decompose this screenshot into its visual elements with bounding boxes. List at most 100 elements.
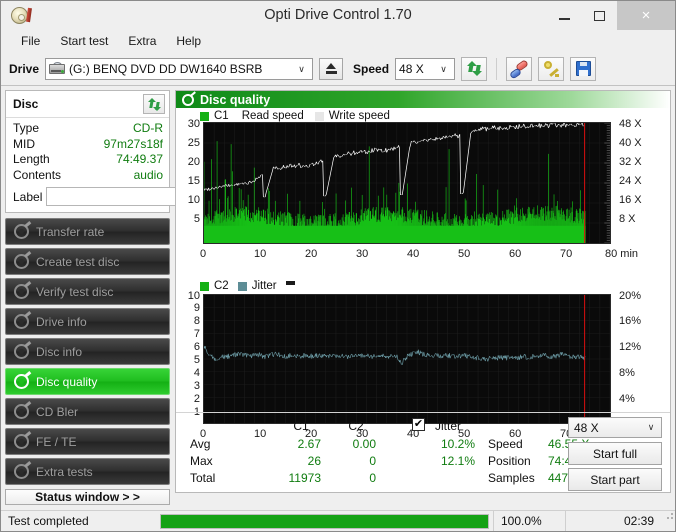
stats-avg-c2: 0.00: [352, 437, 376, 451]
left-sidebar: Disc Type CD-R MID 97m27s18f Length 74:4…: [1, 86, 250, 505]
menu-help[interactable]: Help: [166, 32, 211, 50]
stats-total-c1: 11973: [288, 471, 321, 485]
legend-label-write-speed: Write speed: [328, 110, 390, 122]
c2-plot-svg: [203, 295, 611, 423]
ytick-right: 24 X: [619, 175, 642, 187]
ytick: 3: [193, 380, 200, 392]
xtick: 10: [254, 248, 267, 260]
chart1-legend: C1 Read speed Write speed: [200, 110, 390, 122]
progress-bar-cell: [156, 511, 493, 532]
menu-bar: File Start test Extra Help: [1, 30, 675, 52]
disc-value: CD-R: [133, 121, 163, 135]
disc-icon: [14, 461, 31, 479]
c1-chart-y-axis-left: 30 25 20 15 10 5: [176, 118, 202, 246]
xtick: 20: [305, 248, 318, 260]
disc-key: Type: [13, 121, 40, 135]
start-part-button[interactable]: Start part: [568, 468, 662, 491]
stats-area: C1 C2 ✔ Jitter Avg 2.67 0.00 10.2% Max 2…: [176, 412, 670, 492]
sidebar-item-label: Disc quality: [36, 374, 98, 389]
disc-icon: [14, 311, 31, 329]
ytick-right: 12%: [619, 341, 642, 353]
status-window-button[interactable]: Status window > >: [5, 489, 170, 505]
stats-header-c2: C2: [348, 419, 364, 433]
disc-label-row: Label: [13, 186, 250, 207]
sidebar-item-label: Extra tests: [36, 464, 93, 479]
stats-avg-c1: 2.67: [297, 437, 321, 451]
stats-info-label-samples: Samples: [488, 471, 535, 485]
disc-label-key: Label: [13, 189, 43, 204]
legend-swatch-c1: [200, 111, 209, 121]
disc-refresh-button[interactable]: [143, 94, 165, 114]
save-button[interactable]: [570, 56, 597, 81]
disc-value: 74:49.37: [116, 152, 163, 166]
window-title: Opti Drive Control 1.70: [264, 7, 412, 23]
sidebar-item-verify-test-disc[interactable]: Verify test disc: [5, 278, 170, 305]
stats-max-c1: 26: [307, 454, 321, 468]
ytick-right: 16 X: [619, 194, 642, 206]
disc-icon: [14, 281, 31, 299]
sidebar-item-drive-info[interactable]: Drive info: [5, 308, 170, 335]
sidebar-item-extra-tests[interactable]: Extra tests: [5, 458, 170, 485]
refresh-button[interactable]: [461, 56, 488, 81]
disc-icon: [14, 221, 31, 239]
disc-value: audio: [133, 167, 163, 182]
xtick: 40: [407, 248, 420, 260]
menu-file[interactable]: File: [11, 32, 50, 50]
sidebar-item-create-test-disc[interactable]: Create test disc: [5, 248, 170, 275]
legend-marker-icon: [285, 281, 295, 285]
legend-swatch-c2: [200, 281, 209, 291]
ytick-right: 40 X: [619, 137, 642, 149]
disc-key: MID: [13, 136, 35, 151]
sidebar-item-fe-te[interactable]: FE / TE: [5, 428, 170, 455]
disc-key: Contents: [13, 167, 62, 182]
stats-info-label-position: Position: [488, 454, 531, 468]
chevron-down-icon: ∨: [647, 422, 655, 432]
disc-properties: Type CD-R MID 97m27s18f Length 74:49.37 …: [6, 118, 250, 212]
ytick: 30: [187, 118, 200, 130]
disc-row-mid: MID 97m27s18f: [13, 137, 163, 153]
disc-panel-header: Disc: [6, 91, 169, 118]
progress-bar-fill: [161, 514, 488, 528]
legend-label-read-speed: Read speed: [241, 110, 304, 122]
main-area: Disc quality C1 Read speed Write speed 3…: [173, 86, 675, 493]
c1-plot[interactable]: [203, 122, 611, 244]
sidebar-item-disc-quality[interactable]: Disc quality: [5, 368, 170, 395]
c1-plot-svg: [203, 122, 611, 244]
eject-button[interactable]: [319, 57, 344, 80]
disc-key: Length: [13, 152, 50, 166]
start-full-button[interactable]: Start full: [568, 442, 662, 465]
sidebar-item-cd-bler[interactable]: CD Bler: [5, 398, 170, 425]
menu-extra[interactable]: Extra: [118, 32, 166, 50]
charts-area: C1 Read speed Write speed 30 25 20 15 10: [176, 108, 670, 440]
c2-plot[interactable]: [203, 294, 611, 424]
refresh-icon: [147, 97, 161, 111]
drive-select[interactable]: (G:) BENQ DVD DD DW1640 BSRB ∨: [45, 57, 314, 80]
sidebar-item-transfer-rate[interactable]: Transfer rate: [5, 218, 170, 245]
pills-button[interactable]: [506, 56, 533, 81]
status-message: Test completed: [8, 514, 89, 528]
c1-chart[interactable]: 30 25 20 15 10 5 48 X 40 X 32 X 24 X 16 …: [176, 118, 670, 276]
drive-select-value: (G:) BENQ DVD DD DW1640 BSRB: [69, 61, 263, 76]
stats-total-c2: 0: [369, 471, 376, 485]
speed-select-value: 48 X: [399, 61, 424, 76]
ytick-right: 8 X: [619, 213, 636, 225]
test-speed-select[interactable]: 48 X ∨: [568, 417, 662, 438]
key-button[interactable]: [538, 56, 565, 81]
sidebar-item-label: CD Bler: [36, 404, 79, 419]
ytick: 25: [187, 137, 200, 149]
legend-swatch-write-speed: [314, 111, 324, 121]
ytick-right: 8%: [619, 367, 635, 379]
disc-icon: [14, 341, 31, 359]
ytick: 8: [193, 315, 200, 327]
app-window: Opti Drive Control 1.70 × File Start tes…: [0, 0, 676, 532]
toolbar-divider: [496, 57, 498, 80]
speed-select[interactable]: 48 X ∨: [395, 57, 456, 80]
jitter-checkbox[interactable]: ✔: [412, 418, 425, 431]
legend-label-jitter: Jitter: [251, 280, 277, 292]
body: Disc Type CD-R MID 97m27s18f Length 74:4…: [1, 86, 675, 505]
sidebar-item-disc-info[interactable]: Disc info: [5, 338, 170, 365]
menu-start-test[interactable]: Start test: [50, 32, 118, 50]
status-bar: Test completed 100.0% 02:39: [1, 510, 675, 531]
xtick: 0: [200, 248, 207, 260]
pills-icon: [509, 58, 529, 80]
